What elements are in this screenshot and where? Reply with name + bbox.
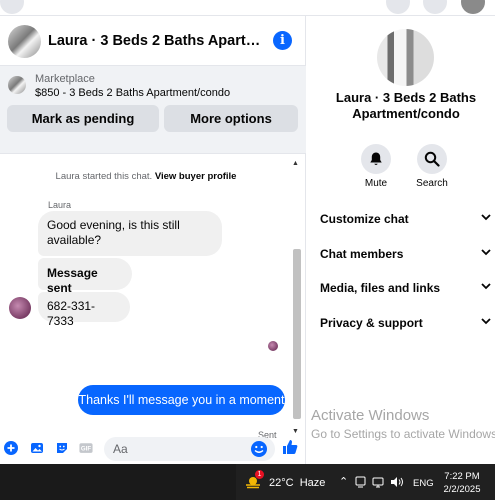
marketplace-label: Marketplace — [35, 73, 95, 85]
chevron-down-icon — [481, 283, 491, 290]
privacy-support-section[interactable]: Privacy & support — [320, 313, 492, 333]
taskbar-apps-area — [0, 464, 236, 500]
device-icon[interactable] — [355, 476, 366, 488]
clock-time: 7:22 PM — [444, 471, 480, 482]
taskbar: 1 22°C Haze ⌃ ENG 7:22 PM 2/2/2025 — [0, 464, 495, 500]
clock[interactable]: 7:22 PM 2/2/2025 — [441, 470, 483, 496]
volume-icon[interactable] — [390, 476, 404, 488]
mute-button[interactable] — [361, 144, 391, 174]
scrollbar-thumb[interactable] — [293, 249, 301, 419]
gif-icon[interactable]: GIF — [79, 441, 93, 455]
search-icon — [424, 151, 440, 167]
marketplace-banner: Marketplace $850 - 3 Beds 2 Baths Apartm… — [0, 66, 306, 154]
chat-start-notice: Laura started this chat. View buyer prof… — [0, 171, 292, 182]
section-label: Customize chat — [320, 212, 409, 226]
mute-label: Mute — [364, 178, 388, 189]
view-buyer-profile-link[interactable]: View buyer profile — [155, 171, 237, 182]
emoji-icon[interactable] — [250, 440, 268, 458]
language-indicator[interactable]: ENG — [413, 478, 434, 489]
chevron-down-icon — [481, 318, 491, 325]
svg-text:GIF: GIF — [81, 446, 91, 453]
incoming-message[interactable]: Message sent — [38, 258, 132, 295]
chat-start-text: Laura started this chat. — [55, 171, 153, 182]
media-files-links-section[interactable]: Media, files and links — [320, 278, 492, 298]
listing-thumbnail[interactable] — [8, 76, 26, 94]
conversation-name: Laura · 3 Beds 2 Baths Apartment/condo — [335, 90, 477, 121]
notifications-button[interactable] — [423, 0, 447, 14]
composer-bar: GIF Aa — [0, 432, 306, 464]
chevron-down-icon — [481, 249, 491, 256]
bell-icon — [370, 152, 382, 166]
listing-title[interactable]: $850 - 3 Beds 2 Baths Apartment/condo — [35, 87, 230, 99]
screen: Laura · 3 Beds 2 Baths Apartment/condo i… — [0, 0, 495, 500]
chat-members-section[interactable]: Chat members — [320, 244, 492, 264]
clock-date: 2/2/2025 — [443, 484, 481, 495]
section-label: Media, files and links — [320, 281, 441, 295]
sticker-icon[interactable] — [55, 441, 69, 455]
sender-name: Laura — [48, 200, 72, 210]
photo-icon[interactable] — [30, 441, 44, 455]
sender-avatar[interactable] — [9, 297, 31, 319]
conversation-avatar[interactable] — [8, 25, 41, 58]
scroll-up-arrow[interactable]: ▲ — [292, 160, 299, 167]
conversation-large-avatar[interactable] — [377, 29, 434, 86]
section-label: Privacy & support — [320, 316, 423, 330]
message-input-placeholder: Aa — [113, 442, 128, 456]
weather-condition: Haze — [299, 477, 326, 489]
incoming-message[interactable]: Good evening, is this still available? — [38, 211, 222, 256]
plus-icon[interactable] — [4, 441, 18, 455]
search-button[interactable] — [417, 144, 447, 174]
nav-button[interactable] — [0, 0, 24, 14]
network-icon[interactable] — [372, 476, 384, 488]
customize-chat-section[interactable]: Customize chat — [320, 209, 492, 229]
weather-notification-badge: 1 — [255, 470, 264, 479]
search-label: Search — [416, 178, 448, 189]
chevron-down-icon — [481, 214, 491, 221]
top-nav-strip — [0, 0, 495, 16]
more-options-button[interactable]: More options — [164, 105, 298, 132]
chevron-up-icon[interactable]: ⌃ — [339, 475, 348, 488]
info-icon[interactable]: i — [273, 31, 292, 50]
activate-windows-title: Activate Windows — [311, 407, 430, 424]
weather-widget[interactable]: 22°C Haze — [269, 477, 325, 489]
outgoing-message[interactable]: Thanks I'll message you in a moment — [78, 385, 285, 415]
menu-button[interactable] — [386, 0, 410, 14]
message-input[interactable]: Aa — [104, 437, 275, 461]
conversation-title[interactable]: Laura · 3 Beds 2 Baths Apartment/condo — [48, 33, 264, 49]
chat-header: Laura · 3 Beds 2 Baths Apartment/condo i — [0, 16, 306, 66]
chat-panel: Laura · 3 Beds 2 Baths Apartment/condo i… — [0, 16, 306, 464]
activate-windows-subtitle: Go to Settings to activate Windows. — [311, 427, 495, 441]
profile-avatar[interactable] — [461, 0, 485, 14]
message-list: ▲ ▼ Laura started this chat. View buyer … — [0, 154, 306, 442]
incoming-message[interactable]: 682-331-7333 — [38, 292, 130, 328]
conversation-details-panel: Laura · 3 Beds 2 Baths Apartment/condo M… — [306, 16, 495, 464]
temperature: 22°C — [269, 477, 294, 489]
mark-as-pending-button[interactable]: Mark as pending — [7, 105, 159, 132]
seen-avatar — [268, 341, 278, 351]
thumbs-up-icon[interactable] — [282, 439, 298, 455]
section-label: Chat members — [320, 247, 404, 261]
